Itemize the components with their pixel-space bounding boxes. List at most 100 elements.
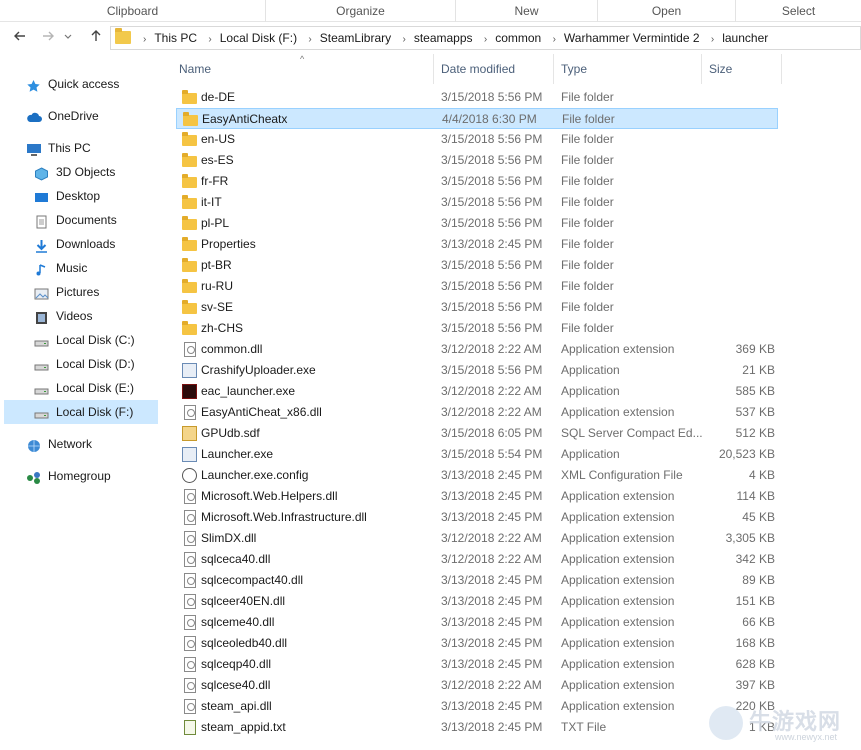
file-row[interactable]: fr-FR 3/15/2018 5:56 PM File folder [176, 171, 778, 192]
dll-file-icon [184, 342, 196, 357]
file-name: Properties [201, 237, 256, 251]
breadcrumb-common[interactable]: common [495, 31, 541, 45]
address-bar[interactable]: › This PC › Local Disk (F:) › SteamLibrary … [110, 26, 861, 50]
breadcrumb-local-disk-f[interactable]: Local Disk (F:) [220, 31, 297, 45]
file-size [701, 255, 775, 276]
sidebar-item-label: Local Disk (F:) [56, 405, 134, 419]
sidebar-item-label: Videos [56, 309, 93, 323]
file-row[interactable]: Launcher.exe.config 3/13/2018 2:45 PM XML … [176, 465, 778, 486]
sidebar-item-local-disk-d[interactable]: Local Disk (D:) [34, 352, 156, 376]
breadcrumb-steamlibrary[interactable]: SteamLibrary [320, 31, 391, 45]
file-row[interactable]: es-ES 3/15/2018 5:56 PM File folder [176, 150, 778, 171]
sidebar-item-quick-access[interactable]: Quick access [26, 72, 156, 96]
file-row[interactable]: sqlcese40.dll 3/12/2018 2:22 AM Applicatio… [176, 675, 778, 696]
column-header-name[interactable]: Name [172, 54, 434, 84]
dll-file-icon [184, 489, 196, 504]
column-header-type[interactable]: Type [554, 54, 702, 84]
file-row[interactable]: common.dll 3/12/2018 2:22 AM Application e… [176, 339, 778, 360]
chevron-right-icon[interactable]: › [208, 34, 211, 45]
file-row[interactable]: Microsoft.Web.Helpers.dll 3/13/2018 2:45 … [176, 486, 778, 507]
file-row[interactable]: sv-SE 3/15/2018 5:56 PM File folder [176, 297, 778, 318]
file-row[interactable]: pl-PL 3/15/2018 5:56 PM File folder [176, 213, 778, 234]
watermark: 牛游戏网 www.newyx.net [703, 704, 853, 744]
file-size: 89 KB [742, 573, 775, 587]
file-row[interactable]: sqlceca40.dll 3/12/2018 2:22 AM Applicatio… [176, 549, 778, 570]
file-date-modified: 3/15/2018 5:56 PM [441, 321, 543, 335]
file-size [702, 109, 776, 130]
sidebar-item-label: Network [48, 437, 93, 451]
chevron-right-icon[interactable]: › [308, 34, 311, 45]
sidebar-item-local-disk-c[interactable]: Local Disk (C:) [34, 328, 156, 352]
folder-icon [182, 237, 197, 251]
column-headers: ^ Name Date modified Type Size [172, 54, 861, 84]
file-row[interactable]: sqlceer40EN.dll 3/13/2018 2:45 PM Applicat… [176, 591, 778, 612]
file-row[interactable]: Launcher.exe 3/15/2018 5:54 PM Application… [176, 444, 778, 465]
file-row[interactable]: de-DE 3/15/2018 5:56 PM File folder [176, 87, 778, 108]
file-row[interactable]: ru-RU 3/15/2018 5:56 PM File folder [176, 276, 778, 297]
file-row[interactable]: sqlceoledb40.dll 3/13/2018 2:45 PM Applica… [176, 633, 778, 654]
breadcrumb-launcher[interactable]: launcher [722, 31, 768, 45]
sidebar-item-videos[interactable]: Videos [34, 304, 156, 328]
chevron-right-icon[interactable]: › [711, 34, 714, 45]
file-date-modified: 3/15/2018 5:56 PM [441, 195, 543, 209]
dll-file-icon [184, 657, 196, 672]
file-row[interactable]: Microsoft.Web.Infrastructure.dll 3/13/201… [176, 507, 778, 528]
sidebar-item-network[interactable]: Network [26, 432, 156, 456]
sidebar-item-desktop[interactable]: Desktop [34, 184, 156, 208]
sidebar-item-documents[interactable]: Documents [34, 208, 156, 232]
chevron-right-icon[interactable]: › [402, 34, 405, 45]
dll-file-icon [184, 699, 196, 714]
file-row[interactable]: en-US 3/15/2018 5:56 PM File folder [176, 129, 778, 150]
sidebar-item-homegroup[interactable]: Homegroup [26, 464, 156, 488]
breadcrumb-steamapps[interactable]: steamapps [414, 31, 473, 45]
forward-arrow-icon[interactable] [38, 28, 58, 48]
file-row[interactable]: SlimDX.dll 3/12/2018 2:22 AM Application e… [176, 528, 778, 549]
sidebar-item-this-pc[interactable]: This PC [26, 136, 156, 160]
sidebar-item-pictures[interactable]: Pictures [34, 280, 156, 304]
file-name: sv-SE [201, 300, 234, 314]
file-row[interactable]: sqlceqp40.dll 3/13/2018 2:45 PM Applicatio… [176, 654, 778, 675]
file-row[interactable]: CrashifyUploader.exe 3/15/2018 5:56 PM App… [176, 360, 778, 381]
sidebar-item-local-disk-f[interactable]: Local Disk (F:) [4, 400, 158, 424]
file-size [701, 87, 775, 108]
column-header-date-modified[interactable]: Date modified [434, 54, 554, 84]
column-header-size[interactable]: Size [702, 54, 782, 84]
file-row[interactable]: EasyAntiCheat_x86.dll 3/12/2018 2:22 AM Ap… [176, 402, 778, 423]
file-row[interactable]: GPUdb.sdf 3/15/2018 6:05 PM SQL Server Com… [176, 423, 778, 444]
file-row[interactable]: Properties 3/13/2018 2:45 PM File folder [176, 234, 778, 255]
sidebar-item-downloads[interactable]: Downloads [34, 232, 156, 256]
up-arrow-icon[interactable] [86, 28, 106, 48]
folder-icon [182, 174, 197, 188]
star-icon [26, 77, 41, 92]
file-row[interactable]: steam_api.dll 3/13/2018 2:45 PM Applicatio… [176, 696, 778, 717]
file-row[interactable]: pt-BR 3/15/2018 5:56 PM File folder [176, 255, 778, 276]
file-row[interactable]: sqlceme40.dll 3/13/2018 2:45 PM Applicatio… [176, 612, 778, 633]
file-date-modified: 3/12/2018 2:22 AM [441, 678, 542, 692]
file-row[interactable]: steam_appid.txt 3/13/2018 2:45 PM TXT File… [176, 717, 778, 738]
sidebar-item-local-disk-e[interactable]: Local Disk (E:) [34, 376, 156, 400]
breadcrumb-warhammer-vermintide-2[interactable]: Warhammer Vermintide 2 [564, 31, 700, 45]
file-row[interactable]: zh-CHS 3/15/2018 5:56 PM File folder [176, 318, 778, 339]
sidebar-item-3d-objects[interactable]: 3D Objects [34, 160, 156, 184]
file-row[interactable]: eac_launcher.exe 3/12/2018 2:22 AM Applica… [176, 381, 778, 402]
sidebar-item-music[interactable]: Music [34, 256, 156, 280]
back-arrow-icon[interactable] [10, 28, 30, 48]
file-row[interactable]: it-IT 3/15/2018 5:56 PM File folder [176, 192, 778, 213]
file-row[interactable]: sqlcecompact40.dll 3/13/2018 2:45 PM Appli… [176, 570, 778, 591]
file-size: 4 KB [748, 468, 775, 482]
file-date-modified: 3/12/2018 2:22 AM [441, 342, 542, 356]
breadcrumb-this-pc[interactable]: This PC [154, 31, 197, 45]
sidebar-item-onedrive[interactable]: OneDrive [26, 104, 156, 128]
file-type: Application [561, 363, 620, 377]
sidebar-item-label: Local Disk (C:) [56, 333, 135, 347]
chevron-down-icon[interactable] [62, 28, 74, 48]
file-name: steam_api.dll [201, 699, 272, 713]
file-name: sqlceca40.dll [201, 552, 271, 566]
chevron-right-icon[interactable]: › [484, 34, 487, 45]
file-date-modified: 3/13/2018 2:45 PM [441, 594, 543, 608]
file-row[interactable]: EasyAntiCheatx 4/4/2018 6:30 PM File folde… [176, 108, 778, 129]
file-name: en-US [201, 132, 236, 146]
chevron-right-icon[interactable]: › [553, 34, 556, 45]
application-icon [182, 447, 197, 462]
sidebar-item-label: Homegroup [48, 469, 111, 483]
